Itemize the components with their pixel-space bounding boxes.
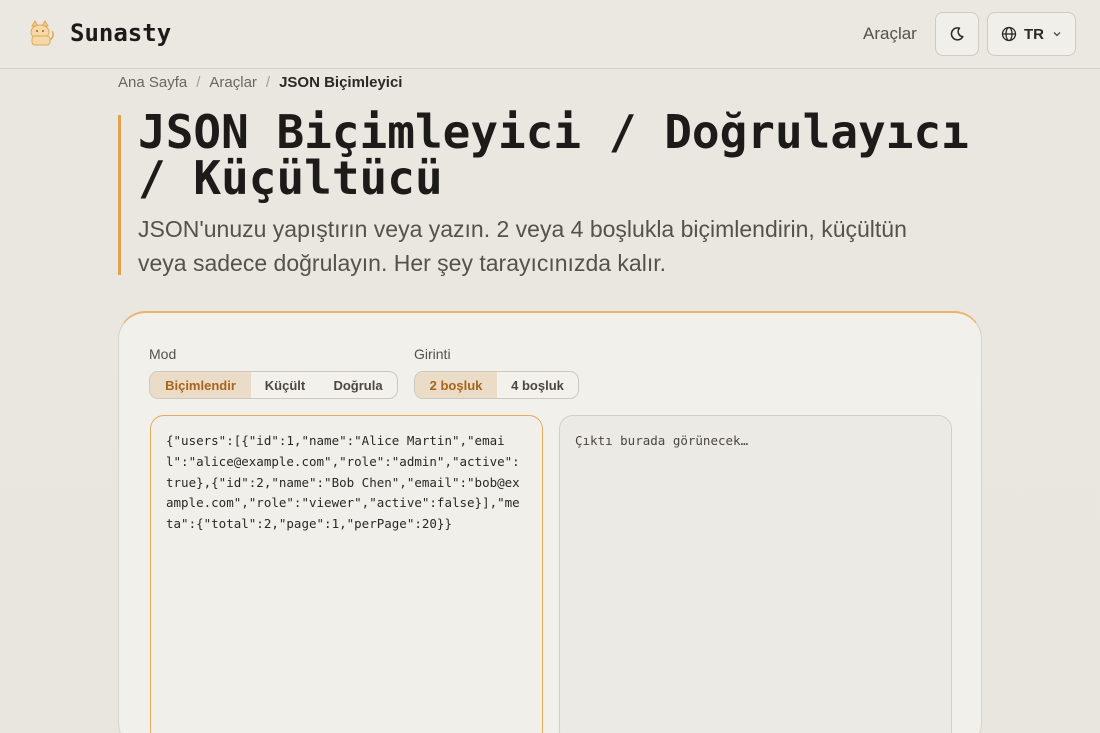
top-navbar: Sunasty Araçlar TR bbox=[0, 0, 1100, 69]
indent-segmented-control: 2 boşluk 4 boşluk bbox=[414, 371, 579, 399]
mode-segmented-control: Biçimlendir Küçült Doğrula bbox=[149, 371, 398, 399]
chevron-down-icon bbox=[1053, 32, 1061, 37]
breadcrumb-home[interactable]: Ana Sayfa bbox=[118, 74, 187, 91]
page-hero: JSON Biçimleyici / Doğrulayıcı / Küçültü… bbox=[118, 109, 998, 276]
breadcrumb-current: JSON Biçimleyici bbox=[279, 74, 403, 91]
mode-minify-button[interactable]: Küçült bbox=[251, 372, 319, 398]
page-subtitle: JSON'unuzu yapıştırın veya yazın. 2 veya… bbox=[138, 216, 907, 276]
globe-icon bbox=[1001, 26, 1017, 42]
indent-label: Girinti bbox=[414, 346, 451, 362]
page-title: JSON Biçimleyici / Doğrulayıcı / Küçültü… bbox=[138, 105, 969, 205]
language-label: TR bbox=[1024, 25, 1044, 43]
nav-link-tools[interactable]: Araçlar bbox=[863, 24, 917, 44]
json-output-panel[interactable]: Çıktı burada görünecek… bbox=[559, 415, 952, 733]
tool-card: Mod Biçimlendir Küçült Doğrula Girinti 2… bbox=[118, 311, 982, 733]
breadcrumb-tools[interactable]: Araçlar bbox=[209, 74, 257, 91]
brand[interactable]: Sunasty bbox=[26, 18, 171, 48]
json-input-textarea[interactable]: {"users":[{"id":1,"name":"Alice Martin",… bbox=[150, 415, 543, 733]
moon-icon bbox=[950, 27, 964, 41]
breadcrumb-separator: / bbox=[265, 74, 271, 91]
breadcrumb-separator: / bbox=[196, 74, 201, 91]
language-select-button[interactable]: TR bbox=[987, 12, 1076, 56]
cat-logo-icon bbox=[30, 20, 54, 46]
indent-2-button[interactable]: 2 boşluk bbox=[415, 372, 497, 398]
indent-4-button[interactable]: 4 boşluk bbox=[497, 372, 578, 398]
mode-label: Mod bbox=[149, 346, 177, 362]
theme-toggle-button[interactable] bbox=[935, 12, 979, 56]
brand-name: Sunasty bbox=[70, 19, 172, 47]
breadcrumb: Ana Sayfa / Araçlar / JSON Biçimleyici bbox=[118, 74, 402, 91]
mode-format-button[interactable]: Biçimlendir bbox=[150, 372, 251, 398]
mode-validate-button[interactable]: Doğrula bbox=[319, 372, 397, 398]
